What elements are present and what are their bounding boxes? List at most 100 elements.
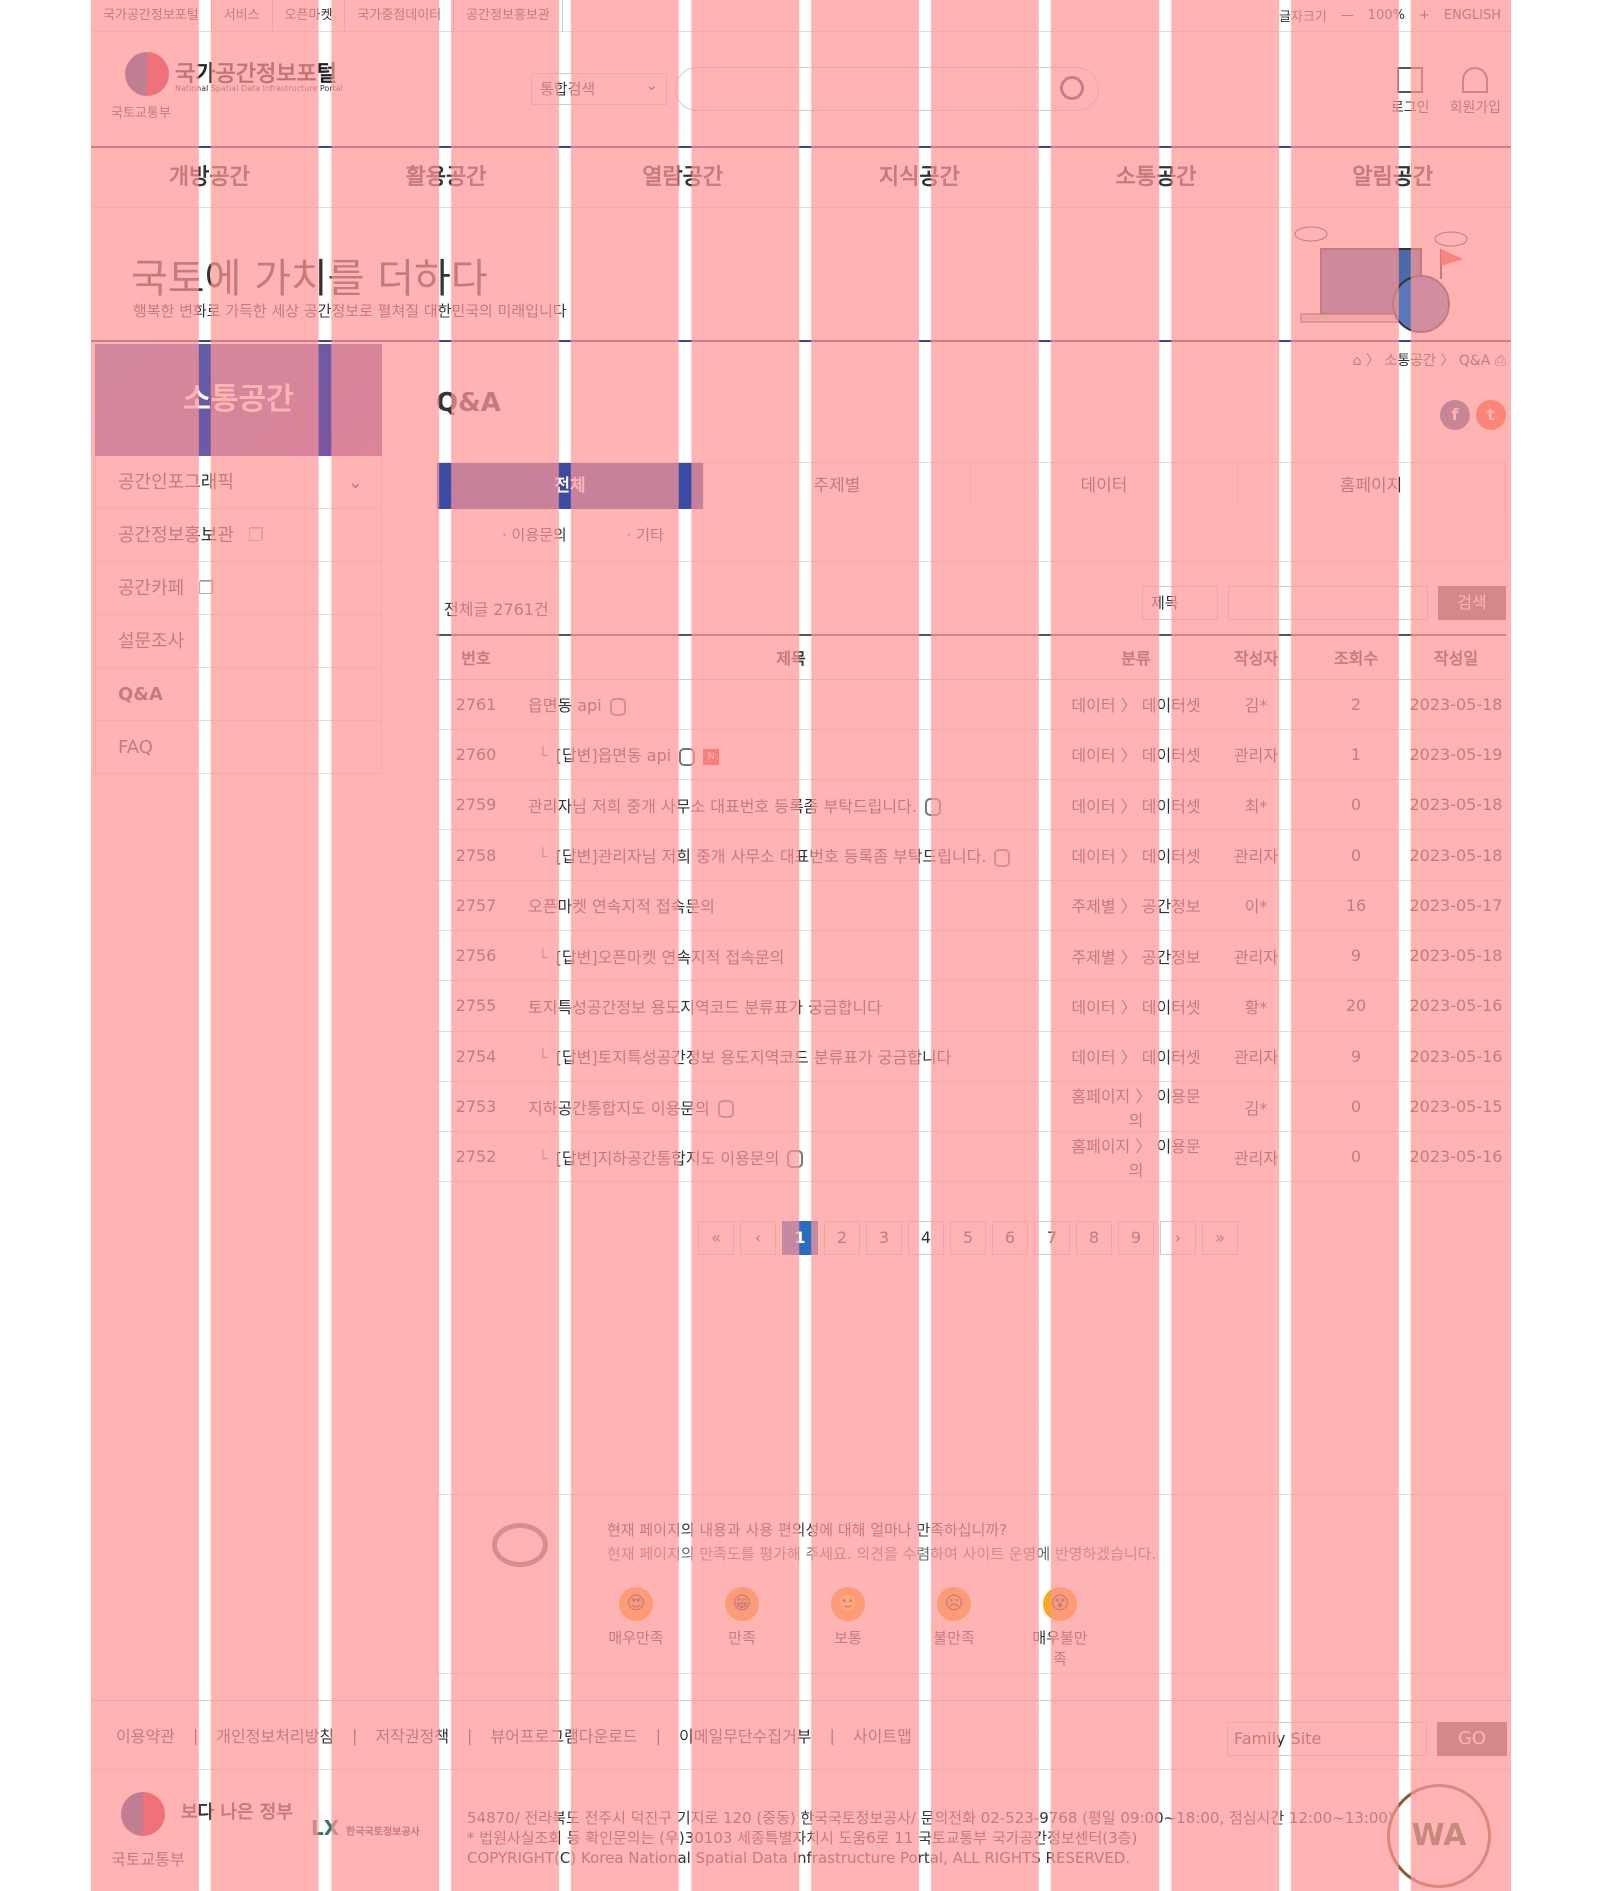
page-button[interactable]: « — [698, 1221, 734, 1255]
table-row[interactable]: 2754 └ [답변]토지특성공간정보 용도지역코드 분류표가 궁금합니다 데이터 〉… — [436, 1031, 1506, 1082]
tab-all[interactable]: 전체 — [437, 463, 704, 509]
post-title[interactable]: 관리자님 저희 중개 사무소 대표번호 등록좀 부탁드립니다. — [528, 797, 917, 816]
search-field-select[interactable]: 제목 — [1142, 586, 1218, 620]
table-row[interactable]: 2758 └ [답변]관리자님 저희 중개 사무소 대표번호 등록좀 부탁드립니다.… — [436, 829, 1506, 881]
cell-views: 16 — [1306, 880, 1406, 931]
page-button[interactable]: 2 — [824, 1221, 860, 1255]
nav-use-space[interactable]: 활용공간 — [328, 148, 565, 207]
font-increase-button[interactable]: + — [1419, 8, 1430, 23]
util-link-promo[interactable]: 공간정보홍보관 — [454, 0, 563, 32]
side-item-infographic[interactable]: 공간인포그래픽 ⌄ — [95, 456, 382, 509]
tab-data[interactable]: 데이터 — [971, 463, 1238, 509]
util-link-openmarket[interactable]: 오픈마켓 — [273, 0, 346, 32]
site-logo[interactable]: 국토교통부 국가공간정보포털 National Spatial Data Inf… — [111, 52, 343, 121]
side-item-cafe[interactable]: 공간카페 ❐ — [95, 562, 382, 615]
table-row[interactable]: 2757 오픈마켓 연속지적 접속문의 주제별 〉 공간정보 이* 16 2023-05-… — [436, 880, 1506, 931]
post-title[interactable]: [답변]읍면동 api — [556, 746, 672, 765]
post-title[interactable]: 오픈마켓 연속지적 접속문의 — [528, 897, 715, 916]
side-item-promo[interactable]: 공간정보홍보관 ❐ — [95, 509, 382, 562]
lock-icon — [787, 1150, 804, 1169]
search-input[interactable] — [675, 67, 1099, 111]
post-title[interactable]: 읍면동 api — [528, 696, 602, 715]
page-button[interactable]: ‹ — [740, 1221, 776, 1255]
login-button[interactable]: 로그인 — [1391, 67, 1429, 117]
page-button[interactable]: 8 — [1076, 1221, 1112, 1255]
page-button[interactable]: » — [1202, 1221, 1238, 1255]
join-button[interactable]: 회원가입 — [1449, 67, 1501, 117]
breadcrumb-parent[interactable]: 소통공간 — [1384, 353, 1436, 369]
nav-knowledge-space[interactable]: 지식공간 — [801, 148, 1038, 207]
util-link-portal[interactable]: 국가공간정보포털 — [91, 0, 212, 32]
post-title[interactable]: 토지특성공간정보 용도지역코드 분류표가 궁금합니다 — [528, 998, 882, 1017]
family-site-go-button[interactable]: GO — [1437, 1722, 1507, 1756]
cell-title[interactable]: 토지특성공간정보 용도지역코드 분류표가 궁금합니다 — [516, 980, 1066, 1032]
rating-neutral[interactable]: 🙂 보통 — [819, 1587, 877, 1669]
page-button[interactable]: 6 — [992, 1221, 1028, 1255]
footer-link[interactable]: 이메일무단수집거부 — [679, 1723, 811, 1747]
cell-title[interactable]: 관리자님 저희 중개 사무소 대표번호 등록좀 부탁드립니다. — [516, 779, 1066, 831]
rating-dissatisfied[interactable]: ☹ 불만족 — [925, 1587, 983, 1669]
nav-open-space[interactable]: 개방공간 — [91, 148, 328, 207]
footer-link[interactable]: 사이트맵 — [853, 1723, 912, 1747]
home-icon[interactable]: ⌂ — [1353, 353, 1362, 369]
family-site-select[interactable]: Family Site — [1227, 1722, 1427, 1756]
rating-very-satisfied[interactable]: 😍 매우만족 — [607, 1587, 665, 1669]
util-link-keydata[interactable]: 국가중점데이터 — [345, 0, 455, 32]
page-button[interactable]: 4 — [908, 1221, 944, 1255]
post-title[interactable]: [답변]지하공간통합지도 이용문의 — [556, 1149, 780, 1168]
table-row[interactable]: 2761 읍면동 api 데이터 〉 데이터셋 김* 2 2023-05-18 — [436, 679, 1506, 730]
cell-title[interactable]: └ [답변]지하공간통합지도 이용문의 — [516, 1131, 1066, 1183]
twitter-icon[interactable]: t — [1476, 400, 1506, 430]
page-button[interactable]: 1 — [782, 1221, 818, 1255]
list-search-button[interactable]: 검색 — [1438, 586, 1506, 620]
footer-link[interactable]: 저작권정책 — [375, 1723, 449, 1747]
cell-title[interactable]: └ [답변]토지특성공간정보 용도지역코드 분류표가 궁금합니다 — [516, 1031, 1066, 1082]
table-row[interactable]: 2755 토지특성공간정보 용도지역코드 분류표가 궁금합니다 데이터 〉 데이터셋… — [436, 980, 1506, 1032]
page-button[interactable]: 3 — [866, 1221, 902, 1255]
post-title[interactable]: [답변]관리자님 저희 중개 사무소 대표번호 등록좀 부탁드립니다. — [556, 847, 987, 866]
side-item-survey[interactable]: 설문조사 — [95, 615, 382, 668]
cell-title[interactable]: 오픈마켓 연속지적 접속문의 — [516, 880, 1066, 931]
rating-satisfied[interactable]: 😁 만족 — [713, 1587, 771, 1669]
post-title[interactable]: [답변]토지특성공간정보 용도지역코드 분류표가 궁금합니다 — [556, 1048, 952, 1067]
facebook-icon[interactable]: f — [1440, 400, 1470, 430]
post-title[interactable]: 지하공간통합지도 이용문의 — [528, 1099, 710, 1118]
cell-title[interactable]: 읍면동 api — [516, 679, 1066, 730]
footer-link[interactable]: 이용약관 — [116, 1723, 175, 1747]
footer-link[interactable]: 개인정보처리방침 — [216, 1723, 334, 1747]
page-button[interactable]: 7 — [1034, 1221, 1070, 1255]
table-row[interactable]: 2753 지하공간통합지도 이용문의 홈페이지 〉 이용문의 김* 0 2023-05-1… — [436, 1081, 1506, 1133]
tab-topic[interactable]: 주제별 — [704, 463, 971, 509]
footer-link[interactable]: 뷰어프로그램다운로드 — [490, 1723, 637, 1747]
table-row[interactable]: 2760 └ [답변]읍면동 api N 데이터 〉 데이터셋 관리자 1 2023-05-1… — [436, 729, 1506, 781]
cell-title[interactable]: └ [답변]오픈마켓 연속지적 접속문의 — [516, 930, 1066, 982]
rating-very-dissatisfied[interactable]: 😵 매우불만족 — [1031, 1587, 1089, 1669]
nav-notice-space[interactable]: 알림공간 — [1274, 148, 1511, 207]
side-item-faq[interactable]: FAQ — [95, 721, 382, 774]
table-row[interactable]: 2756 └ [답변]오픈마켓 연속지적 접속문의 주제별 〉 공간정보 관리자 9 202… — [436, 930, 1506, 982]
page-button[interactable]: › — [1160, 1221, 1196, 1255]
font-decrease-button[interactable]: — — [1341, 8, 1354, 23]
nav-view-space[interactable]: 열람공간 — [564, 148, 801, 207]
subtab-usage[interactable]: · 이용문의 — [502, 509, 567, 561]
tab-homepage[interactable]: 홈페이지 — [1238, 463, 1505, 509]
cell-views: 0 — [1306, 829, 1406, 881]
search-icon[interactable] — [1060, 76, 1084, 100]
subtab-etc[interactable]: · 기타 — [627, 509, 664, 561]
list-search-input[interactable] — [1228, 586, 1428, 620]
cell-title[interactable]: └ [답변]관리자님 저희 중개 사무소 대표번호 등록좀 부탁드립니다. — [516, 829, 1066, 881]
cell-title[interactable]: └ [답변]읍면동 api N — [516, 729, 1066, 781]
util-link-service[interactable]: 서비스 — [212, 0, 273, 32]
post-title[interactable]: [답변]오픈마켓 연속지적 접속문의 — [556, 948, 785, 967]
english-link[interactable]: ENGLISH — [1444, 8, 1501, 23]
lock-icon — [679, 747, 696, 766]
cell-title[interactable]: 지하공간통합지도 이용문의 — [516, 1081, 1066, 1133]
side-item-qna[interactable]: Q&A — [95, 668, 382, 721]
nav-comm-space[interactable]: 소통공간 — [1038, 148, 1275, 207]
print-icon[interactable]: ⎙ — [1495, 353, 1506, 369]
table-row[interactable]: 2752 └ [답변]지하공간통합지도 이용문의 홈페이지 〉 이용문의 관리자 0 202… — [436, 1131, 1506, 1183]
table-row[interactable]: 2759 관리자님 저희 중개 사무소 대표번호 등록좀 부탁드립니다. 데이터 〉… — [436, 779, 1506, 831]
search-scope-select[interactable]: 통합검색 — [531, 70, 667, 105]
page-button[interactable]: 5 — [950, 1221, 986, 1255]
page-button[interactable]: 9 — [1118, 1221, 1154, 1255]
